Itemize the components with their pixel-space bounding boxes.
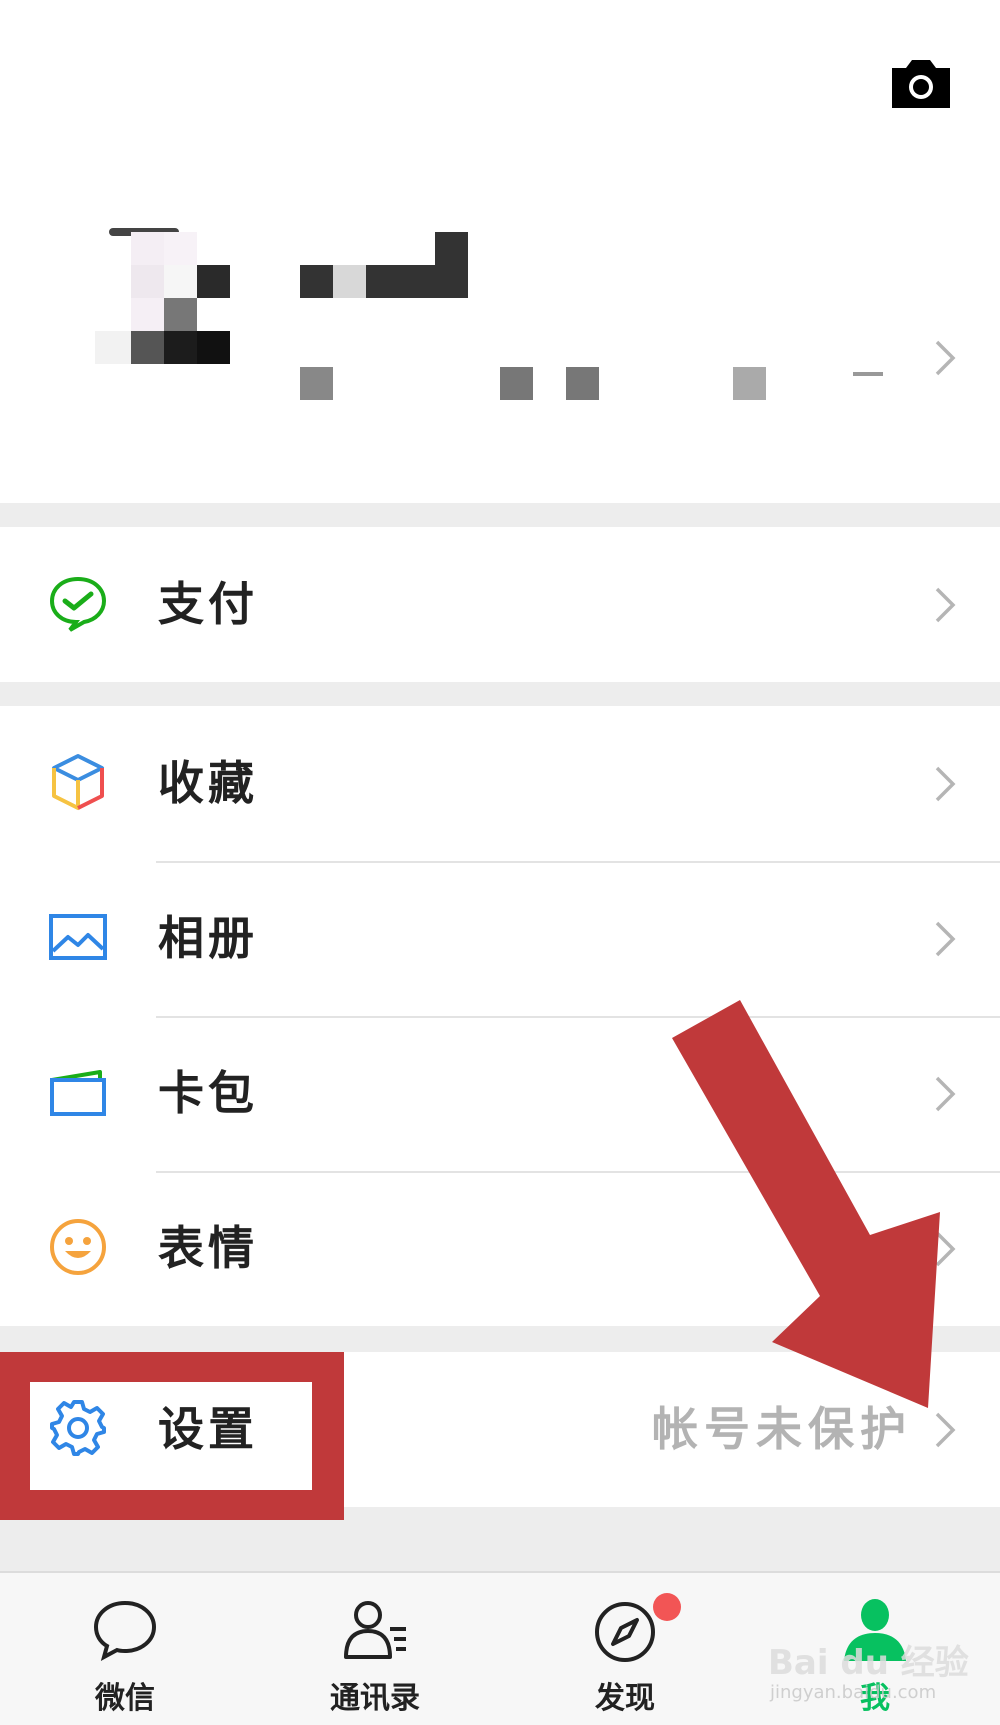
tab-label: 微信 [95,1681,155,1716]
menu-item-album[interactable]: 相册 [0,861,1000,1016]
tab-contacts[interactable]: 通讯录 [275,1573,475,1725]
annotation-highlight-box [0,1352,344,1520]
menu-item-label: 支付 [158,577,258,631]
chevron-right-icon [933,338,957,378]
profile-header[interactable] [0,0,1000,503]
annotation-arrow [660,1000,960,1420]
pay-group: 支付 [0,527,1000,682]
watermark: Bai du 经验 [768,1643,969,1683]
photo-album-icon [48,907,108,967]
wechat-id-obscured [300,362,900,402]
chevron-right-icon [933,919,957,959]
contacts-icon [340,1595,410,1665]
menu-item-favorites[interactable]: 收藏 [0,706,1000,861]
menu-item-label: 卡包 [158,1066,258,1120]
smiley-icon [48,1217,108,1277]
notification-dot [653,1593,681,1621]
tab-label: 发现 [595,1681,655,1716]
tab-discover[interactable]: 发现 [525,1573,725,1725]
tab-chats[interactable]: 微信 [25,1573,225,1725]
menu-item-pay[interactable]: 支付 [0,527,1000,682]
watermark-url: jingyan.baidu.com [770,1682,937,1703]
cube-icon [48,752,108,812]
card-wallet-icon [48,1062,108,1122]
menu-item-label: 相册 [158,911,258,965]
menu-item-label: 表情 [158,1221,258,1275]
chevron-right-icon [933,764,957,804]
pay-icon [48,573,108,633]
nickname-obscured [300,232,470,302]
avatar[interactable] [95,222,235,367]
chat-bubble-icon [90,1595,160,1665]
camera-icon[interactable] [892,60,950,108]
menu-item-label: 收藏 [158,756,258,810]
compass-icon [590,1595,660,1665]
chevron-right-icon [933,585,957,625]
tab-label: 通讯录 [330,1681,420,1716]
